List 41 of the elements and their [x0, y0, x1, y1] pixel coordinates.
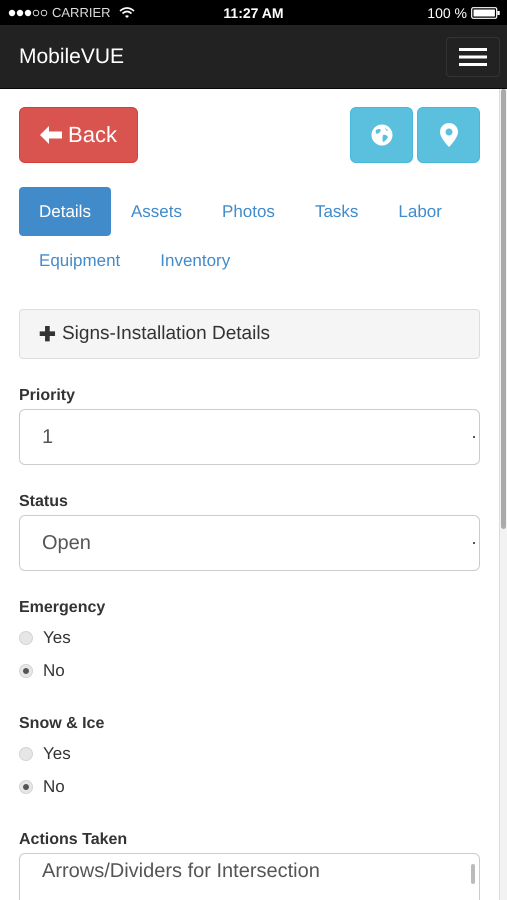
radio-button[interactable] — [19, 630, 33, 644]
panel-title: Signs-Installation Details — [62, 323, 270, 345]
wifi-icon — [118, 6, 135, 18]
list-box[interactable]: Arrows/Dividers for Intersection — [19, 853, 480, 900]
globe-button[interactable] — [350, 107, 413, 163]
plus-icon: ✚ — [39, 322, 56, 346]
radio-label: Yes — [43, 744, 71, 764]
tab[interactable]: Details — [19, 187, 111, 236]
tab[interactable]: Equipment — [19, 236, 140, 285]
signal-icon — [8, 8, 48, 16]
location-button[interactable] — [417, 107, 480, 163]
back-button[interactable]: Back — [19, 107, 138, 163]
select-field[interactable]: Open — [19, 515, 480, 571]
collapsible-panel-header[interactable]: ✚ Signs-Installation Details — [19, 309, 480, 359]
map-pin-icon — [440, 123, 458, 147]
radio-label: No — [43, 660, 65, 680]
field-label: Priority — [19, 387, 76, 405]
battery-icon — [471, 6, 501, 18]
radio-button[interactable] — [19, 746, 33, 760]
menu-icon — [459, 46, 487, 66]
select-field[interactable]: 1 — [19, 409, 480, 465]
tab[interactable]: Assets — [110, 187, 202, 236]
battery-percent: 100 % — [427, 4, 467, 20]
radio-button[interactable] — [19, 780, 33, 794]
field-label: Status — [19, 493, 69, 511]
radio-button[interactable] — [19, 664, 33, 678]
tab[interactable]: Photos — [202, 187, 295, 236]
clock-time: 11:27 AM — [223, 4, 284, 20]
field-label: Actions Taken — [19, 831, 128, 849]
tab[interactable]: Labor — [378, 187, 462, 236]
field-label: Snow & Ice — [19, 715, 106, 733]
menu-button[interactable] — [446, 36, 500, 76]
left-arrow-icon — [40, 126, 62, 144]
app-brand[interactable]: MobileVUE — [19, 44, 124, 68]
tab[interactable]: Tasks — [294, 187, 378, 236]
carrier-name: CARRIER — [52, 5, 111, 20]
radio-label: Yes — [43, 628, 71, 648]
globe-icon — [370, 124, 392, 146]
field-label: Emergency — [19, 599, 106, 617]
radio-label: No — [43, 776, 65, 796]
tab[interactable]: Inventory — [140, 236, 250, 285]
